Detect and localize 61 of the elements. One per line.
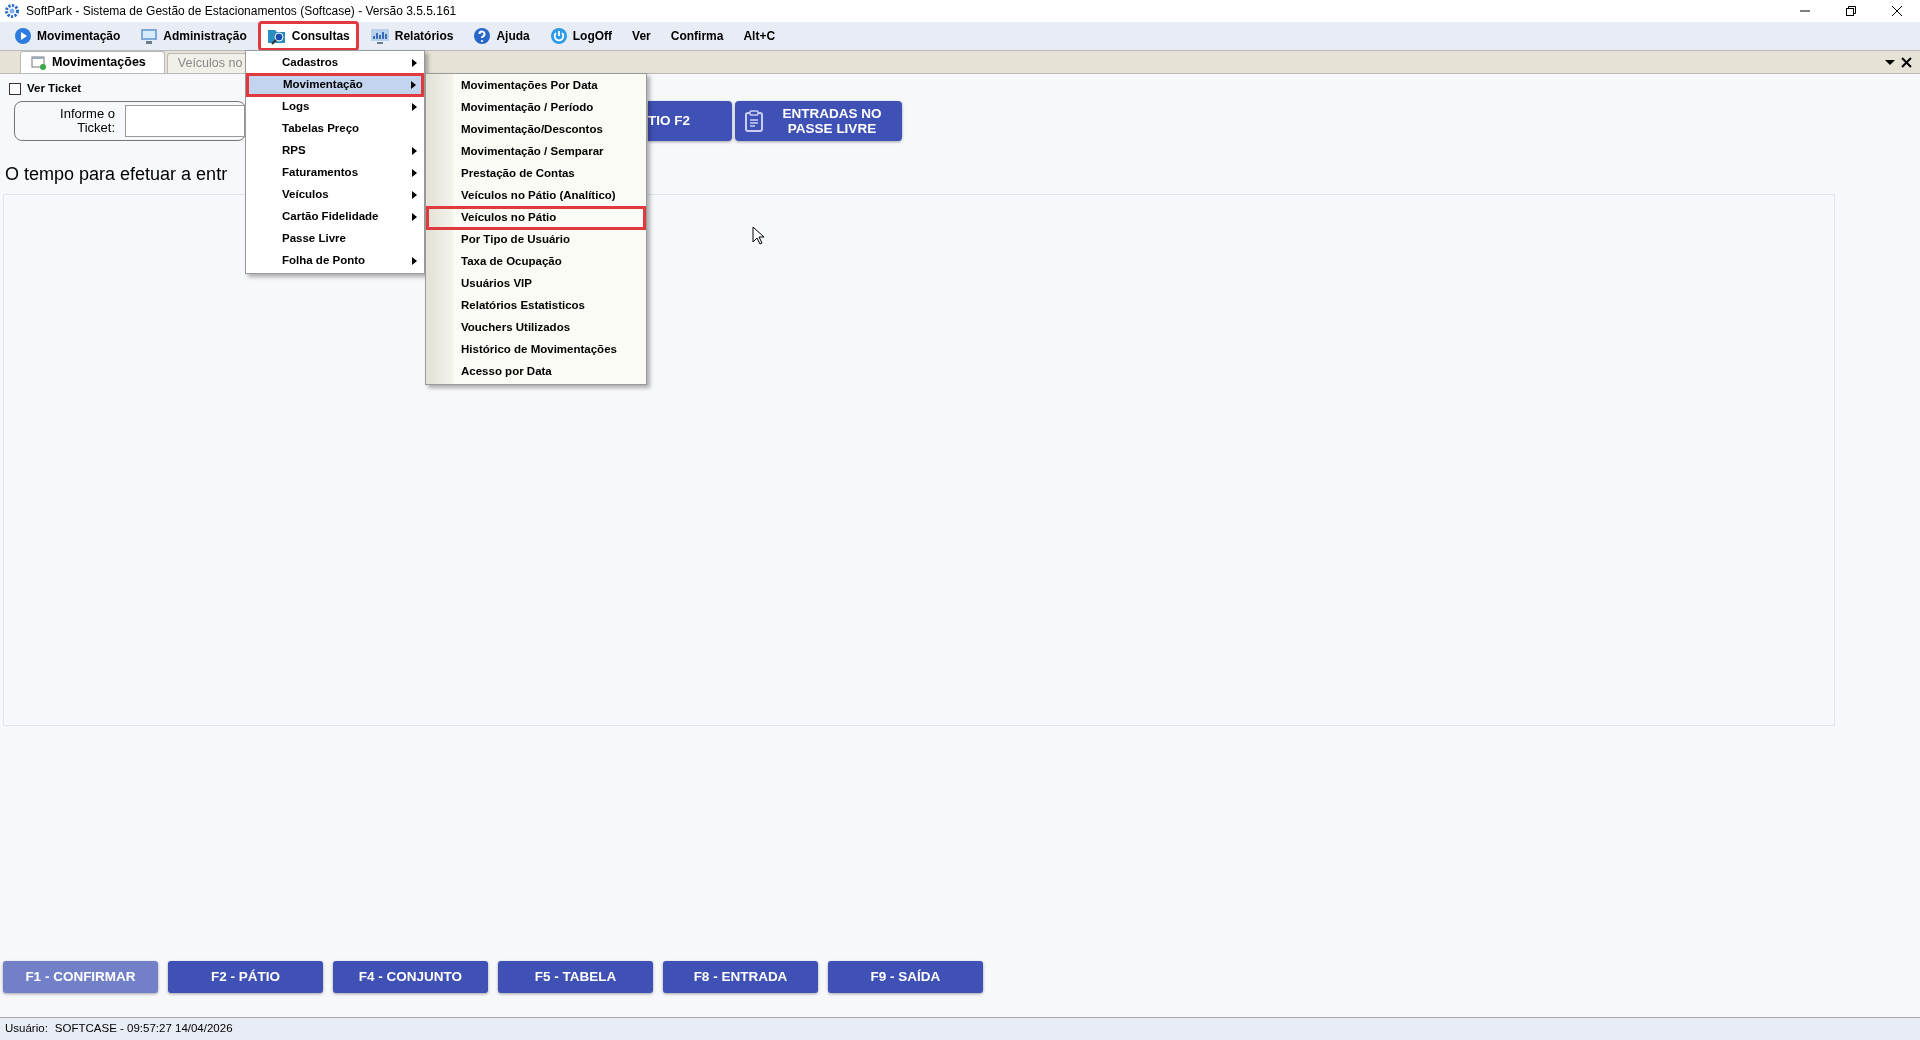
chart-monitor-icon: [369, 27, 390, 45]
function-button[interactable]: F5 - TABELA: [498, 961, 653, 993]
menu-item[interactable]: Consultas: [258, 22, 358, 50]
action-button[interactable]: ENTRADAS NO PASSE LIVRE: [735, 101, 902, 142]
menu-item[interactable]: Logs: [247, 96, 423, 118]
menu-item[interactable]: Confirma: [662, 22, 732, 50]
menu-item[interactable]: Prestação de Contas: [427, 163, 645, 185]
menu-item[interactable]: Histórico de Movimentações: [427, 339, 645, 361]
menu-item[interactable]: Movimentação/Descontos: [427, 119, 645, 141]
ver-ticket-checkbox[interactable]: [9, 82, 21, 95]
function-button[interactable]: F8 - ENTRADA: [663, 961, 818, 993]
menu-item[interactable]: Por Tipo de Usuário: [427, 229, 645, 251]
menu-item[interactable]: Ajuda: [465, 22, 538, 50]
close-icon[interactable]: [1891, 5, 1903, 17]
menu-item[interactable]: Veículos no Pátio (Analítico): [427, 185, 645, 207]
ticket-input-field[interactable]: [125, 105, 245, 138]
menu-item[interactable]: Cartão Fidelidade: [247, 206, 423, 228]
menu-item[interactable]: Taxa de Ocupação: [427, 251, 645, 273]
menu-item[interactable]: RPS: [247, 140, 423, 162]
restore-icon[interactable]: [1845, 5, 1857, 17]
status-user-time: SOFTCASE - 09:57:27 14/04/2026: [54, 1021, 233, 1037]
tab[interactable]: Movimentações: [20, 51, 165, 73]
menu-item[interactable]: Veículos no Pátio: [427, 207, 645, 229]
power-icon: [549, 27, 568, 45]
menu-item[interactable]: LogOff: [541, 22, 621, 50]
function-button[interactable]: F4 - CONJUNTO: [333, 961, 488, 993]
clipboard-icon: [745, 110, 763, 133]
message-text: O tempo para efetuar a entr: [5, 163, 228, 187]
status-label: Usuário:: [5, 1021, 48, 1037]
close-icon[interactable]: [1901, 56, 1912, 68]
ver-ticket-label: Ver Ticket: [27, 81, 82, 96]
menu-item[interactable]: Alt+C: [735, 22, 784, 50]
monitor-icon: [140, 27, 159, 45]
document-add-icon: [31, 55, 47, 70]
help-icon: [473, 27, 492, 45]
app-gear-icon: [4, 3, 20, 19]
play-icon: [14, 27, 32, 45]
menu-item[interactable]: Movimentação / Período: [427, 97, 645, 119]
window-title: SoftPark - Sistema de Gestão de Estacionamentos (Softcase) - Versão 3.5.5.161: [26, 3, 457, 20]
ticket-label: Informe o Ticket:: [59, 106, 115, 136]
menu-item[interactable]: Acesso por Data: [427, 361, 645, 383]
folder-search-icon: [266, 27, 287, 45]
menu-item[interactable]: Vouchers Utilizados: [427, 317, 645, 339]
menu-item[interactable]: Movimentação: [247, 74, 423, 96]
menu-item[interactable]: Movimentação / Semparar: [427, 141, 645, 163]
menu-item[interactable]: Relatórios Estatisticos: [427, 295, 645, 317]
menu-item[interactable]: Ver: [624, 22, 659, 50]
mouse-cursor-icon: [752, 226, 764, 245]
function-button[interactable]: F2 - PÁTIO: [168, 961, 323, 993]
menu-item[interactable]: Folha de Ponto: [247, 250, 423, 272]
menu-item[interactable]: Administração: [132, 22, 255, 50]
action-button[interactable]: TIO F2: [648, 101, 732, 142]
menu-item[interactable]: Usuários VIP: [427, 273, 645, 295]
menu-item[interactable]: Tabelas Preço: [247, 118, 423, 140]
function-button[interactable]: F9 - SAÍDA: [828, 961, 983, 993]
menu-item[interactable]: Passe Livre: [247, 228, 423, 250]
menu-item[interactable]: Relatórios: [361, 22, 462, 50]
menu-item[interactable]: Faturamentos: [247, 162, 423, 184]
menu-item[interactable]: Veículos: [247, 184, 423, 206]
menu-item[interactable]: Movimentações Por Data: [427, 75, 645, 97]
menu-item[interactable]: Movimentação: [6, 22, 129, 50]
